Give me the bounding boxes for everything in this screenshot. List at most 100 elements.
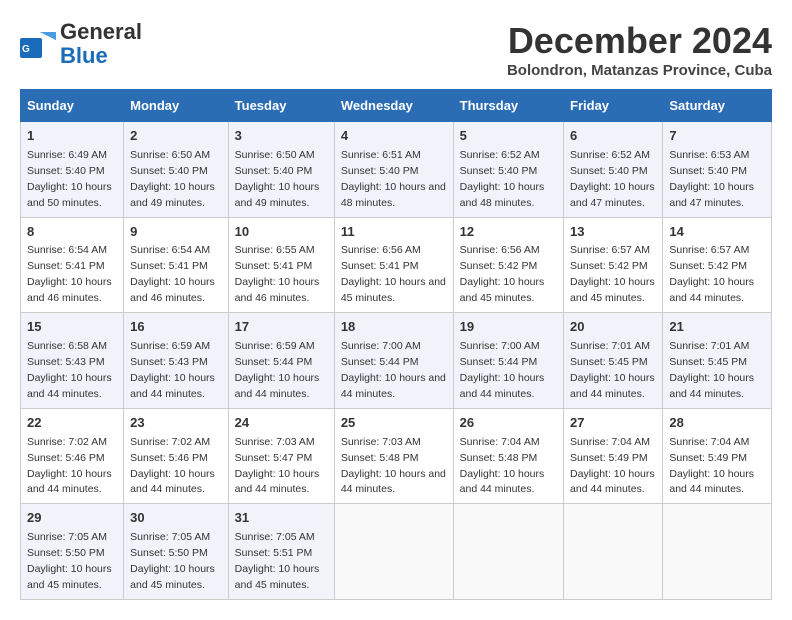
day-detail: Sunrise: 6:54 AMSunset: 5:41 PMDaylight:… (130, 244, 215, 304)
calendar-cell: 29 Sunrise: 7:05 AMSunset: 5:50 PMDaylig… (21, 504, 124, 600)
day-number: 9 (130, 223, 222, 242)
calendar-cell: 2 Sunrise: 6:50 AMSunset: 5:40 PMDayligh… (124, 122, 229, 218)
calendar-cell: 11 Sunrise: 6:56 AMSunset: 5:41 PMDaylig… (334, 217, 453, 313)
calendar-cell: 25 Sunrise: 7:03 AMSunset: 5:48 PMDaylig… (334, 408, 453, 504)
title-area: December 2024 Bolondron, Matanzas Provin… (507, 20, 772, 79)
calendar-week-row: 8 Sunrise: 6:54 AMSunset: 5:41 PMDayligh… (21, 217, 772, 313)
svg-text:G: G (22, 44, 30, 55)
col-saturday: Saturday (663, 90, 772, 122)
calendar-cell: 10 Sunrise: 6:55 AMSunset: 5:41 PMDaylig… (228, 217, 334, 313)
day-detail: Sunrise: 6:59 AMSunset: 5:43 PMDaylight:… (130, 340, 215, 400)
day-detail: Sunrise: 6:59 AMSunset: 5:44 PMDaylight:… (235, 340, 320, 400)
calendar-cell (663, 504, 772, 600)
calendar-cell: 21 Sunrise: 7:01 AMSunset: 5:45 PMDaylig… (663, 313, 772, 409)
day-detail: Sunrise: 6:56 AMSunset: 5:42 PMDaylight:… (460, 244, 545, 304)
day-detail: Sunrise: 6:58 AMSunset: 5:43 PMDaylight:… (27, 340, 112, 400)
col-friday: Friday (564, 90, 663, 122)
logo-general: General (60, 19, 142, 44)
day-detail: Sunrise: 6:50 AMSunset: 5:40 PMDaylight:… (235, 149, 320, 209)
day-detail: Sunrise: 6:57 AMSunset: 5:42 PMDaylight:… (570, 244, 655, 304)
day-number: 2 (130, 127, 222, 146)
calendar-cell: 7 Sunrise: 6:53 AMSunset: 5:40 PMDayligh… (663, 122, 772, 218)
calendar-cell: 26 Sunrise: 7:04 AMSunset: 5:48 PMDaylig… (453, 408, 563, 504)
day-detail: Sunrise: 7:05 AMSunset: 5:50 PMDaylight:… (130, 531, 215, 591)
day-number: 31 (235, 509, 328, 528)
day-detail: Sunrise: 6:52 AMSunset: 5:40 PMDaylight:… (460, 149, 545, 209)
day-number: 14 (669, 223, 765, 242)
calendar-cell: 16 Sunrise: 6:59 AMSunset: 5:43 PMDaylig… (124, 313, 229, 409)
day-detail: Sunrise: 6:50 AMSunset: 5:40 PMDaylight:… (130, 149, 215, 209)
day-detail: Sunrise: 6:55 AMSunset: 5:41 PMDaylight:… (235, 244, 320, 304)
day-detail: Sunrise: 6:57 AMSunset: 5:42 PMDaylight:… (669, 244, 754, 304)
calendar-cell: 14 Sunrise: 6:57 AMSunset: 5:42 PMDaylig… (663, 217, 772, 313)
day-number: 16 (130, 318, 222, 337)
day-number: 18 (341, 318, 447, 337)
calendar-week-row: 22 Sunrise: 7:02 AMSunset: 5:46 PMDaylig… (21, 408, 772, 504)
calendar-cell: 9 Sunrise: 6:54 AMSunset: 5:41 PMDayligh… (124, 217, 229, 313)
calendar-cell: 20 Sunrise: 7:01 AMSunset: 5:45 PMDaylig… (564, 313, 663, 409)
col-thursday: Thursday (453, 90, 563, 122)
calendar-cell: 3 Sunrise: 6:50 AMSunset: 5:40 PMDayligh… (228, 122, 334, 218)
day-number: 13 (570, 223, 656, 242)
calendar-cell (453, 504, 563, 600)
calendar-cell: 17 Sunrise: 6:59 AMSunset: 5:44 PMDaylig… (228, 313, 334, 409)
col-monday: Monday (124, 90, 229, 122)
col-wednesday: Wednesday (334, 90, 453, 122)
day-number: 30 (130, 509, 222, 528)
day-detail: Sunrise: 6:56 AMSunset: 5:41 PMDaylight:… (341, 244, 446, 304)
day-detail: Sunrise: 6:52 AMSunset: 5:40 PMDaylight:… (570, 149, 655, 209)
day-detail: Sunrise: 7:03 AMSunset: 5:47 PMDaylight:… (235, 436, 320, 496)
day-number: 28 (669, 414, 765, 433)
day-detail: Sunrise: 7:05 AMSunset: 5:50 PMDaylight:… (27, 531, 112, 591)
day-number: 25 (341, 414, 447, 433)
calendar-cell (564, 504, 663, 600)
day-detail: Sunrise: 7:05 AMSunset: 5:51 PMDaylight:… (235, 531, 320, 591)
day-number: 17 (235, 318, 328, 337)
day-detail: Sunrise: 7:02 AMSunset: 5:46 PMDaylight:… (27, 436, 112, 496)
day-detail: Sunrise: 7:04 AMSunset: 5:49 PMDaylight:… (669, 436, 754, 496)
calendar-cell: 1 Sunrise: 6:49 AMSunset: 5:40 PMDayligh… (21, 122, 124, 218)
day-number: 4 (341, 127, 447, 146)
header-row: Sunday Monday Tuesday Wednesday Thursday… (21, 90, 772, 122)
location-subtitle: Bolondron, Matanzas Province, Cuba (507, 62, 772, 79)
day-number: 10 (235, 223, 328, 242)
day-detail: Sunrise: 6:53 AMSunset: 5:40 PMDaylight:… (669, 149, 754, 209)
day-detail: Sunrise: 6:54 AMSunset: 5:41 PMDaylight:… (27, 244, 112, 304)
day-detail: Sunrise: 7:00 AMSunset: 5:44 PMDaylight:… (460, 340, 545, 400)
calendar-week-row: 29 Sunrise: 7:05 AMSunset: 5:50 PMDaylig… (21, 504, 772, 600)
day-number: 15 (27, 318, 117, 337)
calendar-cell: 31 Sunrise: 7:05 AMSunset: 5:51 PMDaylig… (228, 504, 334, 600)
day-number: 12 (460, 223, 557, 242)
day-number: 3 (235, 127, 328, 146)
day-detail: Sunrise: 6:51 AMSunset: 5:40 PMDaylight:… (341, 149, 446, 209)
day-detail: Sunrise: 7:02 AMSunset: 5:46 PMDaylight:… (130, 436, 215, 496)
calendar-cell: 5 Sunrise: 6:52 AMSunset: 5:40 PMDayligh… (453, 122, 563, 218)
col-tuesday: Tuesday (228, 90, 334, 122)
header: G General Blue December 2024 Bolondron, … (20, 20, 772, 79)
day-number: 26 (460, 414, 557, 433)
calendar-cell: 22 Sunrise: 7:02 AMSunset: 5:46 PMDaylig… (21, 408, 124, 504)
day-detail: Sunrise: 7:04 AMSunset: 5:48 PMDaylight:… (460, 436, 545, 496)
day-number: 1 (27, 127, 117, 146)
month-title: December 2024 (507, 20, 772, 62)
day-number: 21 (669, 318, 765, 337)
day-number: 22 (27, 414, 117, 433)
day-detail: Sunrise: 6:49 AMSunset: 5:40 PMDaylight:… (27, 149, 112, 209)
day-detail: Sunrise: 7:00 AMSunset: 5:44 PMDaylight:… (341, 340, 446, 400)
day-number: 11 (341, 223, 447, 242)
logo-blue: Blue (60, 43, 108, 68)
day-number: 5 (460, 127, 557, 146)
calendar-cell: 8 Sunrise: 6:54 AMSunset: 5:41 PMDayligh… (21, 217, 124, 313)
day-detail: Sunrise: 7:01 AMSunset: 5:45 PMDaylight:… (570, 340, 655, 400)
calendar-table: Sunday Monday Tuesday Wednesday Thursday… (20, 89, 772, 600)
day-number: 24 (235, 414, 328, 433)
day-number: 23 (130, 414, 222, 433)
calendar-cell: 30 Sunrise: 7:05 AMSunset: 5:50 PMDaylig… (124, 504, 229, 600)
calendar-cell: 13 Sunrise: 6:57 AMSunset: 5:42 PMDaylig… (564, 217, 663, 313)
calendar-cell: 28 Sunrise: 7:04 AMSunset: 5:49 PMDaylig… (663, 408, 772, 504)
calendar-cell: 19 Sunrise: 7:00 AMSunset: 5:44 PMDaylig… (453, 313, 563, 409)
logo-icon: G (20, 30, 56, 58)
calendar-week-row: 15 Sunrise: 6:58 AMSunset: 5:43 PMDaylig… (21, 313, 772, 409)
calendar-cell: 6 Sunrise: 6:52 AMSunset: 5:40 PMDayligh… (564, 122, 663, 218)
calendar-cell: 12 Sunrise: 6:56 AMSunset: 5:42 PMDaylig… (453, 217, 563, 313)
